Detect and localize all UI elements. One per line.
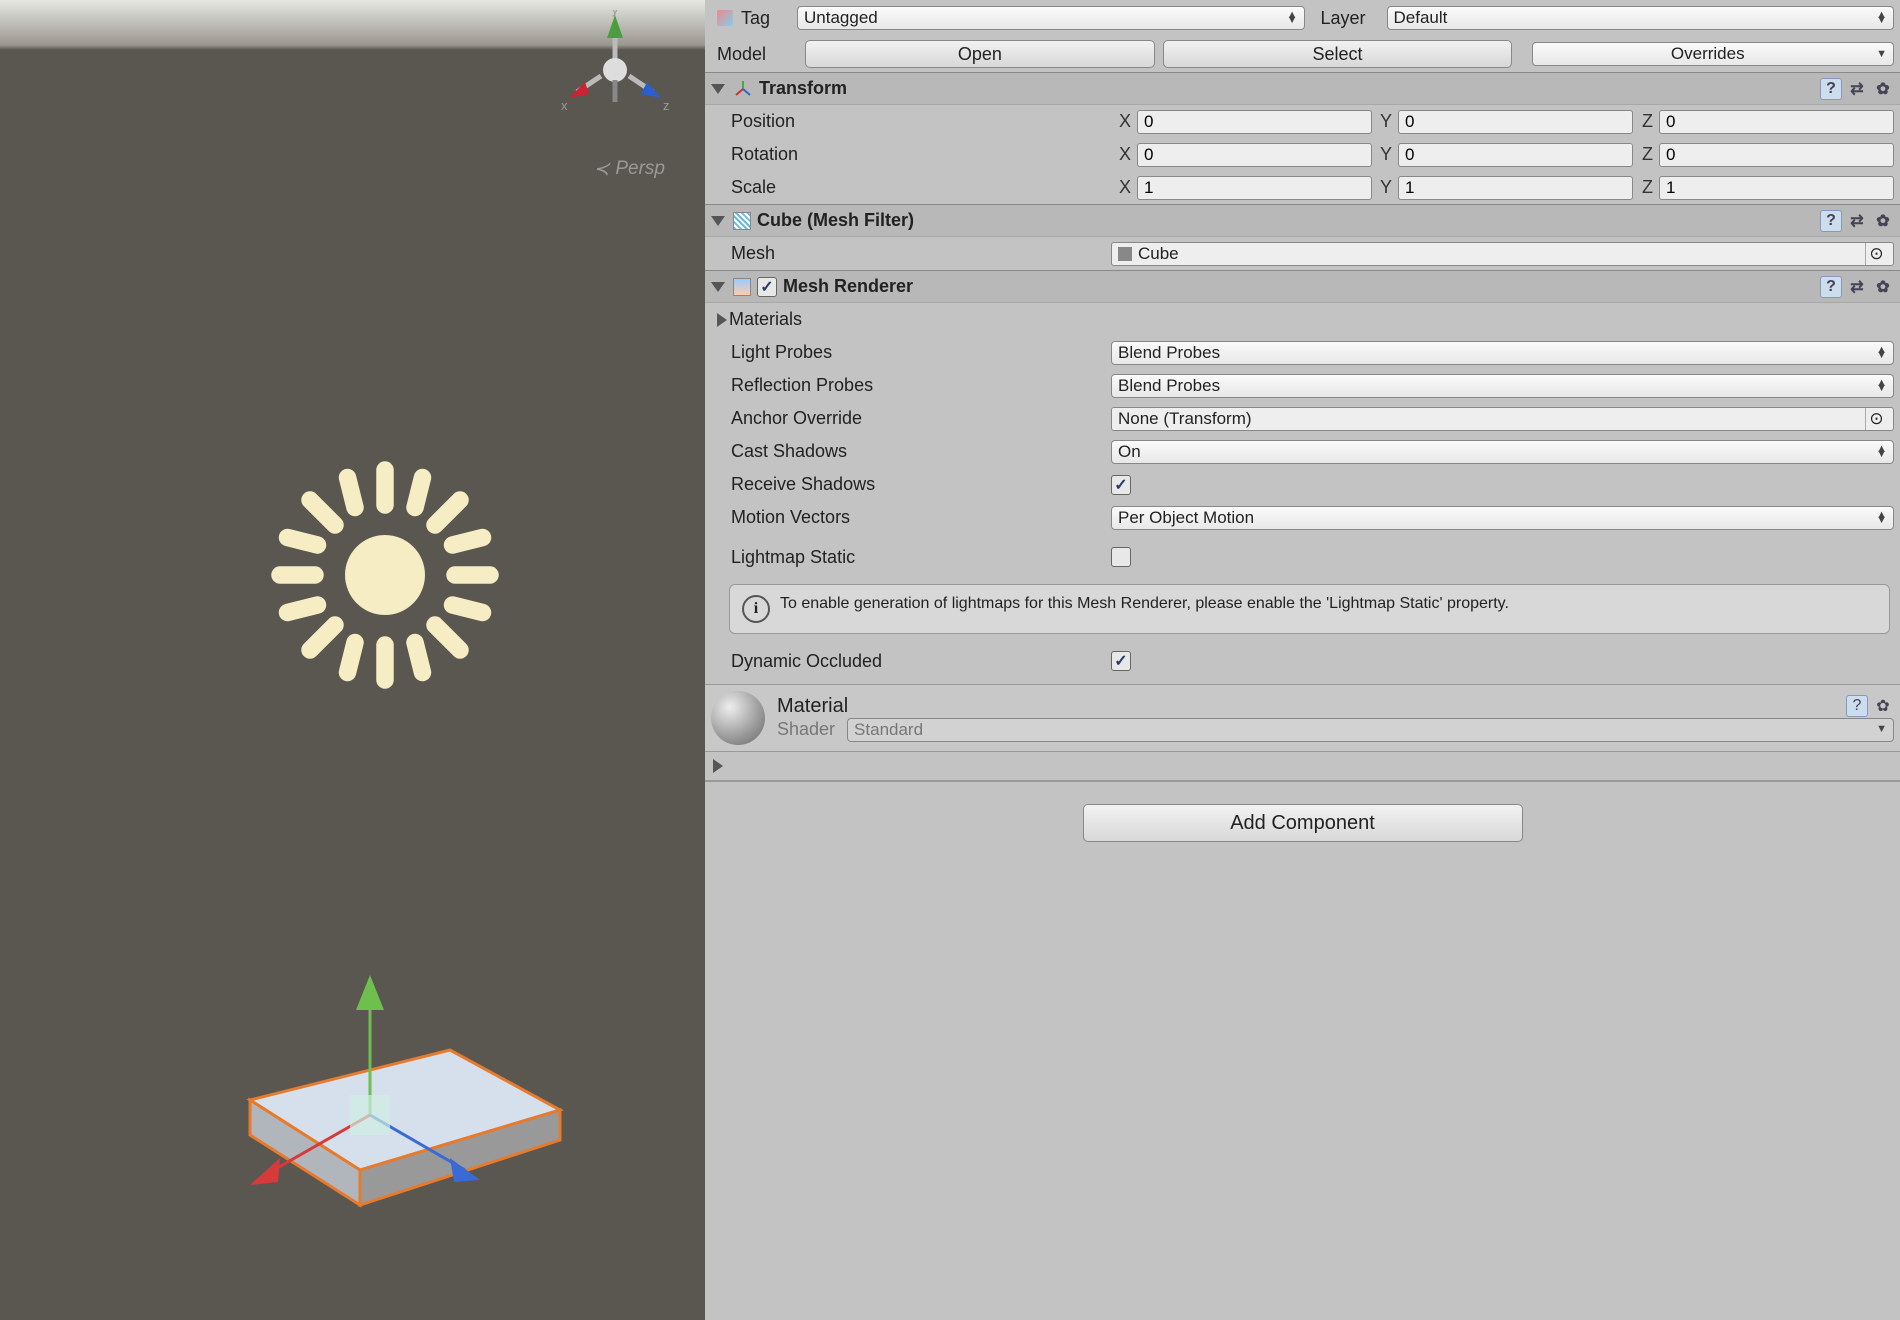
rotation-label: Rotation bbox=[731, 144, 1111, 165]
materials-label: Materials bbox=[729, 309, 802, 330]
overrides-dropdown[interactable]: Overrides▼ bbox=[1532, 42, 1894, 66]
rotation-z[interactable] bbox=[1659, 143, 1894, 167]
info-box: iTo enable generation of lightmaps for t… bbox=[729, 584, 1890, 634]
receiveshadows-label: Receive Shadows bbox=[731, 474, 1111, 495]
material-preview-icon bbox=[711, 691, 765, 745]
reflectionprobes-dropdown[interactable]: Blend Probes▲▼ bbox=[1111, 374, 1894, 398]
material-header[interactable]: Material ?✿ Shader Standard▼ bbox=[705, 684, 1900, 752]
dynamicoccluded-checkbox[interactable] bbox=[1111, 651, 1131, 671]
mesh-label: Mesh bbox=[731, 243, 1111, 264]
preset-icon[interactable]: ⇄ bbox=[1846, 210, 1868, 232]
foldout-icon[interactable] bbox=[711, 282, 725, 292]
mesh-field[interactable]: Cube⊙ bbox=[1111, 242, 1894, 266]
object-picker-icon[interactable]: ⊙ bbox=[1865, 408, 1887, 430]
meshfilter-icon bbox=[733, 212, 751, 230]
scale-z[interactable] bbox=[1659, 176, 1894, 200]
castshadows-dropdown[interactable]: On▲▼ bbox=[1111, 440, 1894, 464]
lightprobes-label: Light Probes bbox=[731, 342, 1111, 363]
reflectionprobes-label: Reflection Probes bbox=[731, 375, 1111, 396]
light-gizmo-icon[interactable] bbox=[260, 450, 510, 700]
add-component-button[interactable]: Add Component bbox=[1083, 804, 1523, 842]
gear-icon[interactable]: ✿ bbox=[1872, 276, 1894, 298]
view-gizmo[interactable]: y x z ≺Persp bbox=[555, 10, 675, 150]
position-z[interactable] bbox=[1659, 110, 1894, 134]
meshrenderer-header[interactable]: Mesh Renderer ?⇄✿ bbox=[705, 270, 1900, 303]
layer-dropdown[interactable]: Default▲▼ bbox=[1387, 6, 1895, 30]
scale-x[interactable] bbox=[1137, 176, 1372, 200]
meshrenderer-icon bbox=[733, 278, 751, 296]
shader-dropdown[interactable]: Standard▼ bbox=[847, 718, 1894, 742]
transform-icon bbox=[733, 79, 753, 99]
help-icon[interactable]: ? bbox=[1846, 695, 1868, 717]
preset-icon[interactable]: ⇄ bbox=[1846, 276, 1868, 298]
info-icon: i bbox=[742, 595, 770, 623]
motionvectors-label: Motion Vectors bbox=[731, 507, 1111, 528]
tag-label: Tag bbox=[741, 8, 789, 29]
material-foldout[interactable] bbox=[713, 759, 723, 773]
rotation-x[interactable] bbox=[1137, 143, 1372, 167]
scale-y[interactable] bbox=[1398, 176, 1633, 200]
dynamicoccluded-label: Dynamic Occluded bbox=[731, 651, 1111, 672]
model-label: Model bbox=[717, 44, 797, 65]
preset-icon[interactable]: ⇄ bbox=[1846, 78, 1868, 100]
lightprobes-dropdown[interactable]: Blend Probes▲▼ bbox=[1111, 341, 1894, 365]
axis-y-label: y bbox=[612, 10, 619, 17]
selected-object-cube[interactable] bbox=[170, 940, 590, 1270]
position-x[interactable] bbox=[1137, 110, 1372, 134]
foldout-icon[interactable] bbox=[711, 216, 725, 226]
lightmap-label: Lightmap Static bbox=[731, 547, 1111, 568]
svg-text:z: z bbox=[663, 98, 670, 113]
position-label: Position bbox=[731, 111, 1111, 132]
persp-label[interactable]: ≺Persp bbox=[593, 158, 665, 181]
help-icon[interactable]: ? bbox=[1820, 276, 1842, 298]
receiveshadows-checkbox[interactable] bbox=[1111, 475, 1131, 495]
scale-label: Scale bbox=[731, 177, 1111, 198]
meshfilter-header[interactable]: Cube (Mesh Filter) ?⇄✿ bbox=[705, 204, 1900, 237]
layer-label: Layer bbox=[1321, 8, 1379, 29]
lightmap-checkbox[interactable] bbox=[1111, 547, 1131, 567]
anchor-label: Anchor Override bbox=[731, 408, 1111, 429]
gear-icon[interactable]: ✿ bbox=[1872, 78, 1894, 100]
rotation-y[interactable] bbox=[1398, 143, 1633, 167]
tag-dropdown[interactable]: Untagged▲▼ bbox=[797, 6, 1305, 30]
scene-view[interactable]: y x z ≺Persp bbox=[0, 0, 705, 1320]
help-icon[interactable]: ? bbox=[1820, 78, 1842, 100]
foldout-icon[interactable] bbox=[711, 84, 725, 94]
prefab-icon bbox=[717, 10, 733, 26]
select-button[interactable]: Select bbox=[1163, 40, 1513, 68]
transform-header[interactable]: Transform ?⇄✿ bbox=[705, 72, 1900, 105]
anchor-field[interactable]: None (Transform)⊙ bbox=[1111, 407, 1894, 431]
gear-icon[interactable]: ✿ bbox=[1872, 210, 1894, 232]
renderer-enabled-checkbox[interactable] bbox=[757, 277, 777, 297]
motionvectors-dropdown[interactable]: Per Object Motion▲▼ bbox=[1111, 506, 1894, 530]
gear-icon[interactable]: ✿ bbox=[1872, 695, 1894, 717]
position-y[interactable] bbox=[1398, 110, 1633, 134]
open-button[interactable]: Open bbox=[805, 40, 1155, 68]
object-picker-icon[interactable]: ⊙ bbox=[1865, 243, 1887, 265]
castshadows-label: Cast Shadows bbox=[731, 441, 1111, 462]
materials-foldout[interactable] bbox=[717, 313, 727, 327]
inspector-panel: Tag Untagged▲▼ Layer Default▲▼ Model Ope… bbox=[705, 0, 1900, 1320]
svg-text:x: x bbox=[561, 98, 568, 113]
shader-label: Shader bbox=[777, 719, 835, 740]
help-icon[interactable]: ? bbox=[1820, 210, 1842, 232]
